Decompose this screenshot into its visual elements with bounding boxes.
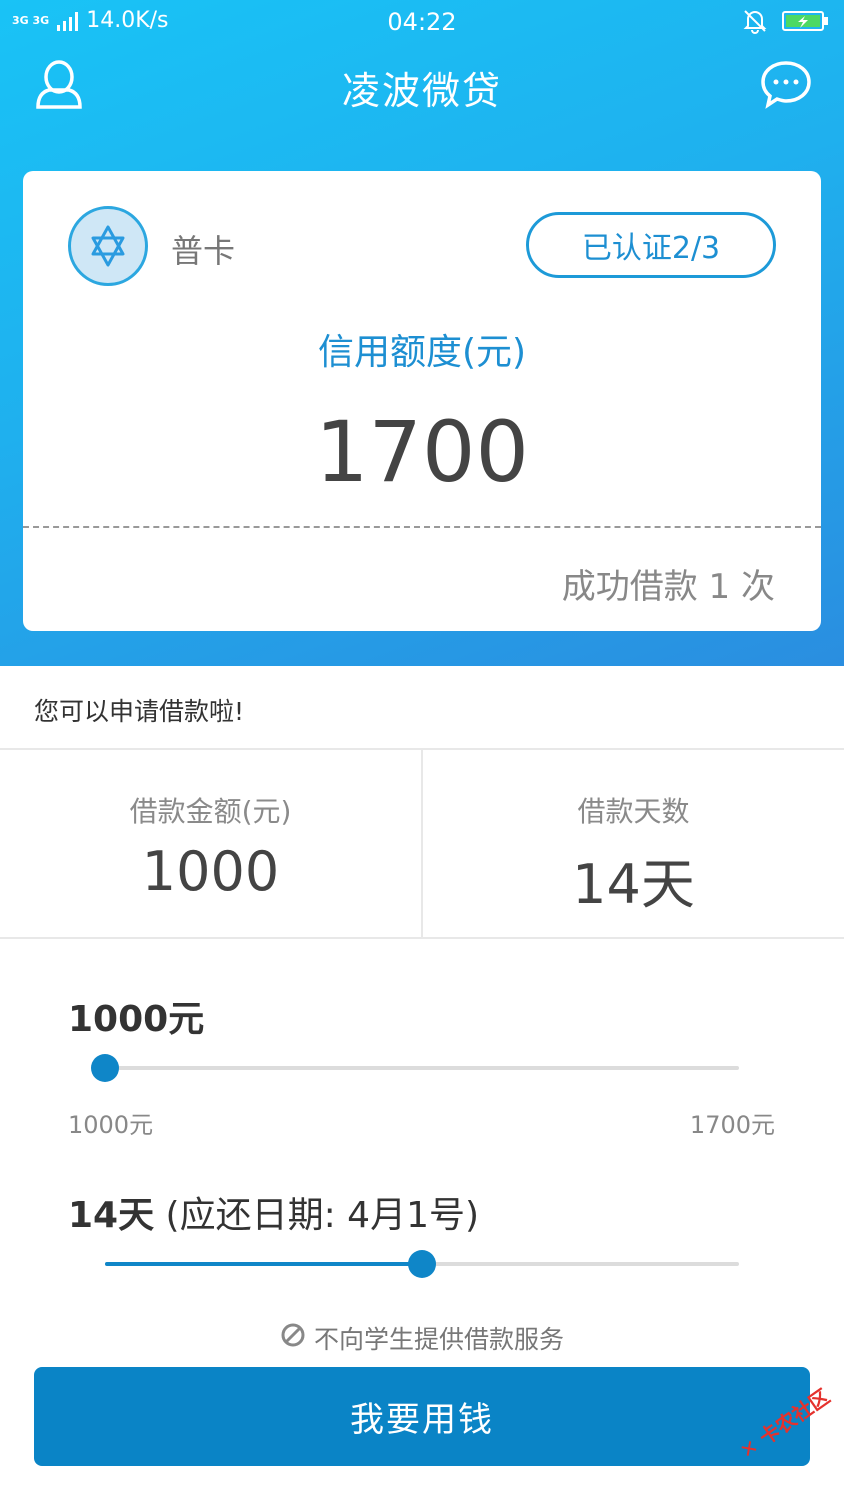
days-slider-value: 14天: [68, 1195, 155, 1236]
student-notice-text: 不向学生提供借款服务: [313, 1325, 564, 1354]
credit-limit-label: 信用额度(元): [317, 332, 527, 373]
chat-message-icon: [759, 57, 813, 115]
loan-days-value: 14天: [572, 853, 695, 916]
amount-slider-handle[interactable]: [91, 1054, 119, 1082]
status-bar: 3G 3G 14.0K/s 04:22: [0, 0, 844, 46]
prohibited-icon: [280, 1322, 306, 1354]
student-notice: 不向学生提供借款服务: [0, 1320, 844, 1356]
amount-min-label: 1000元: [68, 1111, 154, 1139]
bell-off-icon: [742, 8, 768, 38]
days-slider-handle[interactable]: [408, 1250, 436, 1278]
page-title: 凌波微贷: [341, 69, 502, 113]
verification-button[interactable]: 已认证2/3: [526, 212, 776, 278]
star-badge-icon: [68, 206, 148, 286]
amount-max-label: 1700元: [689, 1111, 775, 1139]
card-divider: [23, 526, 821, 528]
days-slider-fill: [105, 1262, 422, 1266]
loan-amount-label: 借款金额(元): [129, 795, 292, 828]
battery-charging-icon: [782, 9, 830, 37]
status-right: [742, 8, 830, 38]
loan-notice: 您可以申请借款啦!: [34, 697, 245, 726]
amount-slider-title: 1000元: [68, 999, 205, 1040]
credit-card: 普卡 已认证2/3 信用额度(元) 1700 成功借款 1 次: [23, 171, 821, 631]
loan-amount-value: 1000: [141, 840, 280, 903]
loan-success-count: 成功借款 1 次: [561, 567, 775, 607]
days-slider-title: 14天 (应还日期: 4月1号): [68, 1186, 479, 1238]
due-date-text: (应还日期: 4月1号): [154, 1195, 480, 1236]
divider: [0, 937, 844, 939]
amount-slider-track[interactable]: [105, 1066, 739, 1070]
loan-days-label: 借款天数: [577, 795, 690, 828]
borrow-money-button[interactable]: 我要用钱: [34, 1367, 810, 1466]
card-level-name: 普卡: [171, 232, 236, 270]
credit-limit-amount: 1700: [315, 403, 529, 501]
status-time: 04:22: [387, 8, 457, 36]
chat-button[interactable]: [758, 58, 814, 114]
